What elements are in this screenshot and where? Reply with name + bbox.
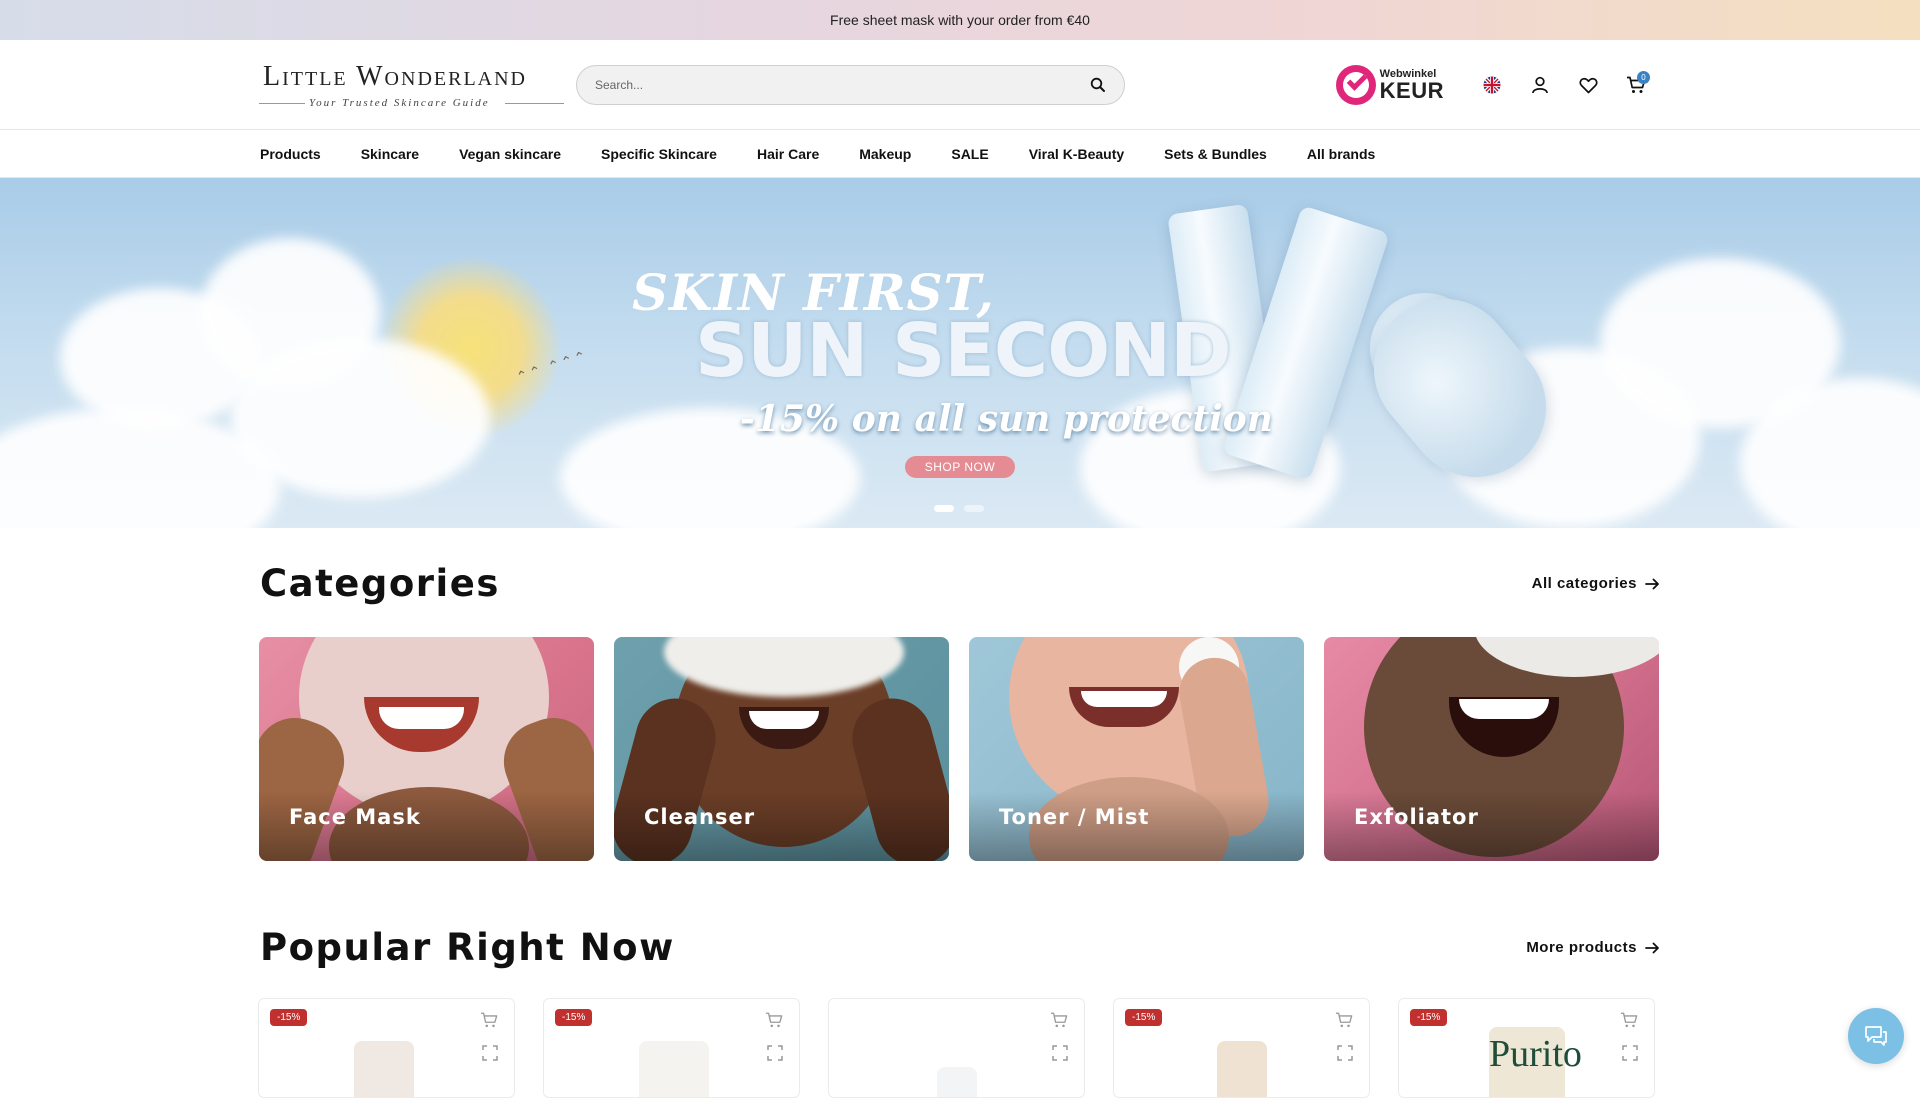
category-grid: Face Mask Cleanser Toner / Mist Exfoliat…	[259, 637, 1660, 861]
cloud-illustration	[230, 338, 490, 498]
category-label: Exfoliator	[1354, 805, 1479, 829]
nav-item-specific-skincare[interactable]: Specific Skincare	[601, 146, 717, 162]
slider-dot-2[interactable]	[964, 505, 984, 512]
nav-item-makeup[interactable]: Makeup	[859, 146, 911, 162]
discount-badge: -15%	[1410, 1009, 1448, 1026]
logo-tagline: Your Trusted Skincare Guide	[309, 97, 490, 109]
promo-bar: Free sheet mask with your order from €40	[0, 0, 1920, 40]
quick-view-icon[interactable]	[767, 1045, 783, 1061]
logo-text: Little Wonderland	[263, 61, 527, 92]
product-image: Purito	[1489, 1027, 1582, 1097]
keur-big-text: KEUR	[1379, 77, 1444, 103]
product-image	[639, 1041, 709, 1097]
add-to-cart-icon[interactable]	[1620, 1011, 1638, 1029]
more-products-link[interactable]: More products	[1526, 939, 1660, 956]
categories-title: Categories	[260, 562, 500, 605]
product-card[interactable]	[828, 998, 1085, 1098]
category-card-toner-mist[interactable]: Toner / Mist	[969, 637, 1304, 861]
all-categories-label: All categories	[1531, 575, 1637, 592]
hero-banner[interactable]: ⌃⌃ ⌃⌃⌃ SKIN FIRST, SUN SECOND -15% on al…	[0, 178, 1920, 528]
all-categories-link[interactable]: All categories	[1532, 575, 1660, 592]
search-icon[interactable]	[1090, 77, 1106, 93]
quick-view-icon[interactable]	[1622, 1045, 1638, 1061]
promo-text: Free sheet mask with your order from €40	[830, 12, 1090, 28]
category-label: Toner / Mist	[999, 805, 1150, 829]
nav-item-hair-care[interactable]: Hair Care	[757, 146, 819, 162]
category-card-face-mask[interactable]: Face Mask	[259, 637, 594, 861]
more-products-label: More products	[1526, 939, 1637, 956]
chat-button[interactable]	[1848, 1008, 1904, 1064]
add-to-cart-icon[interactable]	[765, 1011, 783, 1029]
slider-dot-1[interactable]	[934, 505, 954, 512]
product-image	[937, 1067, 977, 1097]
category-card-exfoliator[interactable]: Exfoliator	[1324, 637, 1659, 861]
nav-item-skincare[interactable]: Skincare	[361, 146, 419, 162]
nav-item-all-brands[interactable]: All brands	[1307, 146, 1375, 162]
chat-icon	[1865, 1026, 1887, 1046]
product-card[interactable]: -15%	[258, 998, 515, 1098]
add-to-cart-icon[interactable]	[1050, 1011, 1068, 1029]
quick-view-icon[interactable]	[1337, 1045, 1353, 1061]
cart-button[interactable]: 0	[1612, 65, 1660, 105]
product-card[interactable]: -15% Purito	[1398, 998, 1655, 1098]
nav-item-sets-bundles[interactable]: Sets & Bundles	[1164, 146, 1267, 162]
nav-item-products[interactable]: Products	[260, 146, 321, 162]
nav-item-vegan-skincare[interactable]: Vegan skincare	[459, 146, 561, 162]
hero-subline: -15% on all sun protection	[740, 398, 1273, 440]
discount-badge: -15%	[555, 1009, 593, 1026]
discount-badge: -15%	[270, 1009, 308, 1026]
main-nav: Products Skincare Vegan skincare Specifi…	[0, 130, 1920, 178]
product-image	[354, 1041, 414, 1097]
product-row: -15% -15% -15% -15% Purito	[258, 998, 1660, 1098]
webwinkel-keur-badge[interactable]: Webwinkel KEUR	[1335, 65, 1444, 105]
product-brand-text: Purito	[1489, 1033, 1582, 1075]
product-card[interactable]: -15%	[543, 998, 800, 1098]
category-label: Face Mask	[289, 805, 421, 829]
product-image	[1217, 1041, 1267, 1097]
arrow-right-icon	[1645, 578, 1659, 589]
popular-header: Popular Right Now More products	[260, 926, 1660, 969]
category-card-cleanser[interactable]: Cleanser	[614, 637, 949, 861]
popular-title: Popular Right Now	[260, 926, 675, 969]
categories-header: Categories All categories	[260, 562, 1660, 605]
language-button[interactable]	[1468, 65, 1516, 105]
hero-headline-2: SUN SECOND	[695, 308, 1231, 394]
search-input[interactable]	[595, 78, 1090, 92]
cart-count-badge: 0	[1637, 71, 1650, 84]
add-to-cart-icon[interactable]	[1335, 1011, 1353, 1029]
keur-check-icon	[1335, 65, 1376, 105]
header: Little Wonderland Your Trusted Skincare …	[0, 40, 1920, 130]
nav-item-sale[interactable]: SALE	[951, 146, 988, 162]
add-to-cart-icon[interactable]	[480, 1011, 498, 1029]
uk-flag-icon	[1483, 76, 1501, 94]
logo[interactable]: Little Wonderland Your Trusted Skincare …	[259, 55, 564, 115]
quick-view-icon[interactable]	[1052, 1045, 1068, 1061]
arrow-right-icon	[1645, 942, 1659, 953]
heart-icon	[1578, 77, 1598, 93]
category-label: Cleanser	[644, 805, 756, 829]
user-icon	[1532, 76, 1548, 94]
discount-badge: -15%	[1125, 1009, 1163, 1026]
shop-now-button[interactable]: SHOP NOW	[905, 456, 1015, 478]
account-button[interactable]	[1516, 65, 1564, 105]
nav-item-viral-k-beauty[interactable]: Viral K-Beauty	[1029, 146, 1124, 162]
quick-view-icon[interactable]	[482, 1045, 498, 1061]
search-bar	[576, 65, 1125, 105]
wishlist-button[interactable]	[1564, 65, 1612, 105]
product-card[interactable]: -15%	[1113, 998, 1370, 1098]
